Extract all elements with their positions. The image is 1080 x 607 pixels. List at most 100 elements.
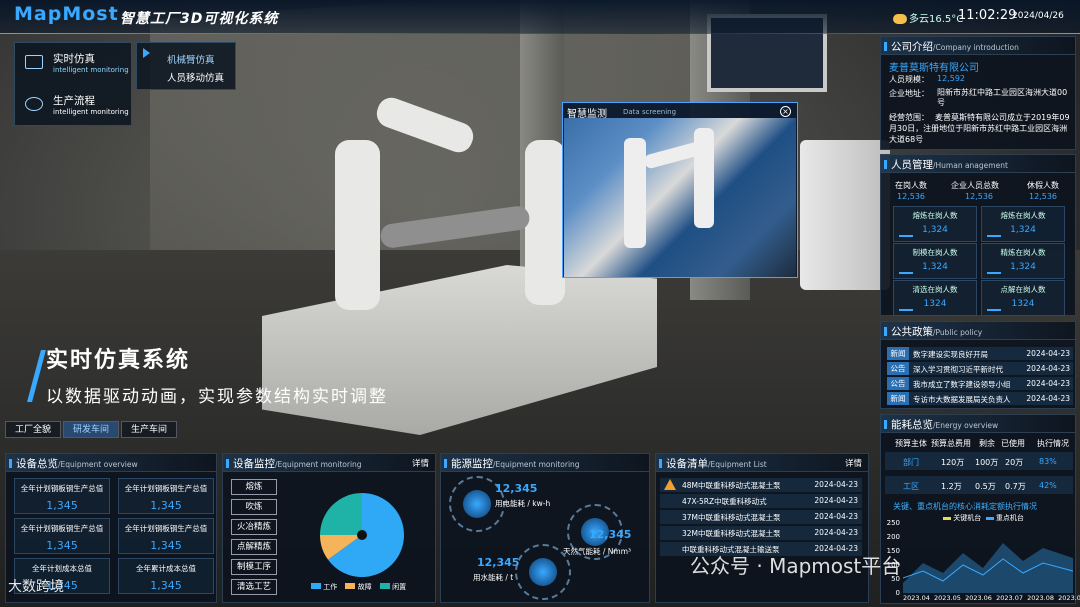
equipment-row[interactable]: 48M中联重科移动式混凝土泵 2024-04-23 (660, 478, 862, 492)
sub-nav-robot-arm[interactable]: 机械臂仿真 (167, 52, 215, 66)
panel-header: 设备监控/Equipment monitoring 详情 (223, 454, 435, 472)
process-button[interactable]: 清选工艺 (231, 579, 277, 595)
panel-header: 能源监控/Equipment monitoring (441, 454, 649, 472)
legend-label: 工作 (323, 583, 338, 591)
table-cell: 0.5万 (975, 482, 996, 491)
panel-title: 人员管理 (891, 159, 933, 171)
table-cell: 20万 (1005, 458, 1024, 467)
panel-title: 能耗总览 (891, 419, 933, 431)
nav-item-process[interactable]: 生产流程 intelligent monitoring (21, 89, 129, 123)
clock: 11:02:29 (958, 8, 1017, 23)
policy-item[interactable]: 新闻 数字建设实现良好开局 2024-04-23 (887, 347, 1073, 360)
robot-arm-right[interactable] (525, 140, 565, 305)
process-button[interactable]: 熔炼 (231, 479, 277, 495)
equipment-stat: 全年计划钢板钢生产总值 1,345 (14, 478, 110, 514)
company-scope: 麦普莫斯特有限公司成立于2019年09月30日，注册地位于阳新市苏红中路工业园区… (889, 113, 1070, 144)
personnel-stat: 清选在岗人数 1324 (893, 280, 977, 316)
nav-item-simulation[interactable]: 实时仿真 intelligent monitoring (21, 47, 129, 81)
cloud-icon (893, 14, 907, 24)
chart-title: 关键、重点机台的核心消耗定额执行情况 (893, 502, 1037, 511)
details-link[interactable]: 详情 (412, 457, 429, 469)
legend-label: 故障 (357, 583, 372, 591)
equipment-name: 32M中联重科移动式混凝土泵 (682, 529, 781, 538)
series-area-key (903, 543, 1073, 593)
policy-item[interactable]: 新闻 专访市大数据发展局关负责人 2024-04-23 (887, 392, 1073, 405)
equipment-stat: 全年累计成本总值 1,345 (118, 558, 214, 594)
equipment-row[interactable]: 32M中联重科移动式混凝土泵 2024-04-23 (660, 526, 862, 540)
legend-label: 重点机台 (995, 514, 1024, 522)
personnel-stat: 熔炼在岗人数 1,324 (893, 206, 977, 242)
stat-label: 全年计划钢板钢生产总值 (124, 524, 208, 533)
panel-header: 设备总览/Equipment overview (6, 454, 216, 472)
close-icon[interactable]: × (780, 106, 791, 117)
stat-label: 精炼在岗人数 (1000, 248, 1046, 257)
stat-value: 1,324 (922, 225, 948, 235)
process-button[interactable]: 吹炼 (231, 499, 277, 515)
panel-subtitle: /Human anagement (933, 161, 1008, 170)
process-button[interactable]: 火冶精炼 (231, 519, 277, 535)
equipment-row[interactable]: 37M中联重科移动式混凝土泵 2024-04-23 (660, 510, 862, 524)
panel-title: 设备监控 (233, 458, 275, 470)
nav-sub: intelligent monitoring (53, 108, 129, 116)
policy-item[interactable]: 公告 深入学习贯彻习近平新时代 2024-04-23 (887, 362, 1073, 375)
sub-nav-personnel[interactable]: 人员移动仿真 (167, 70, 224, 84)
energy-area-chart (903, 543, 1073, 593)
panel-subtitle: /Equipment overview (58, 460, 138, 469)
summary-value: 12,536 (965, 192, 993, 201)
app-logo: MapMost (14, 3, 119, 25)
video-feed[interactable] (564, 118, 796, 277)
pie-legend: 工作 故障 闲置 (311, 582, 406, 592)
weather-text: 多云16.5°C (909, 14, 964, 25)
equipment-row[interactable]: 47X-5RZ中联重科移动式 2024-04-23 (660, 494, 862, 508)
news-date: 2024-04-23 (1026, 379, 1070, 388)
table-header: 预算主体 (895, 439, 927, 448)
x-axis-ticks: 2023.04 2023.05 2023.06 2023.07 2023.08 … (903, 594, 1080, 602)
water-drop-icon (529, 558, 557, 586)
x-tick: 2023.04 (903, 594, 930, 602)
panel-header: 能耗总览/Energy overview (881, 415, 1075, 433)
summary-value: 12,536 (897, 192, 925, 201)
energy-value: 12,345 (495, 482, 538, 495)
app-title: 智慧工厂3D可视化系统 (120, 11, 279, 27)
table-header: 预算总费用 (931, 439, 971, 448)
panel-title: 能源监控 (451, 458, 493, 470)
table-header: 已使用 (1001, 439, 1025, 448)
equipment-date: 2024-04-23 (814, 496, 858, 505)
details-link[interactable]: 详情 (845, 457, 862, 469)
table-cell: 部门 (903, 458, 919, 467)
news-text: 我市成立了数字建设领导小组 (913, 380, 1011, 389)
energy-value: 12,345 (477, 556, 520, 569)
energy-overview-panel: 能耗总览/Energy overview 预算主体 预算总费用 剩余 已使用 执… (880, 414, 1080, 604)
table-header: 剩余 (979, 439, 995, 448)
video-robot (624, 138, 646, 248)
monitor-popup: 智慧监测 Data screening × (562, 102, 798, 278)
news-tag: 新闻 (887, 392, 909, 405)
stat-label: 全年计划钢板钢生产总值 (124, 484, 208, 493)
news-tag: 公告 (887, 362, 909, 375)
table-cell: 0.7万 (1005, 482, 1026, 491)
nav-label: 实时仿真 (53, 53, 95, 65)
stat-label: 制模在岗人数 (912, 248, 958, 257)
tab-rnd[interactable]: 研发车间 (63, 421, 119, 438)
personnel-stat: 精炼在岗人数 1,324 (981, 243, 1065, 279)
policy-item[interactable]: 公告 我市成立了数字建设领导小组 2024-04-23 (887, 377, 1073, 390)
popup-subtitle: Data screening (623, 108, 677, 116)
robot-arm-left[interactable] (335, 140, 380, 310)
tab-production[interactable]: 生产车间 (121, 421, 177, 438)
process-button[interactable]: 制模工序 (231, 559, 277, 575)
equipment-date: 2024-04-23 (814, 528, 858, 537)
sub-nav: 机械臂仿真 人员移动仿真 (136, 42, 236, 90)
process-button[interactable]: 点解精炼 (231, 539, 277, 555)
tab-factory[interactable]: 工厂全貌 (5, 421, 61, 438)
panel-subtitle: /Equipment monitoring (275, 460, 362, 469)
stat-value: 1324 (1011, 299, 1035, 309)
personnel-panel: 人员管理/Human anagement 在岗人数 12,536 企业人员总数 … (880, 154, 1076, 316)
equipment-date: 2024-04-23 (814, 480, 858, 489)
news-tag: 新闻 (887, 347, 909, 360)
legend-label: 闲置 (392, 583, 407, 591)
main-nav: 实时仿真 intelligent monitoring 生产流程 intelli… (14, 42, 132, 126)
status-pie-chart (320, 493, 404, 577)
table-cell: 工区 (903, 482, 919, 491)
stat-label: 熔炼在岗人数 (912, 211, 958, 220)
stat-value: 1,345 (150, 579, 182, 592)
